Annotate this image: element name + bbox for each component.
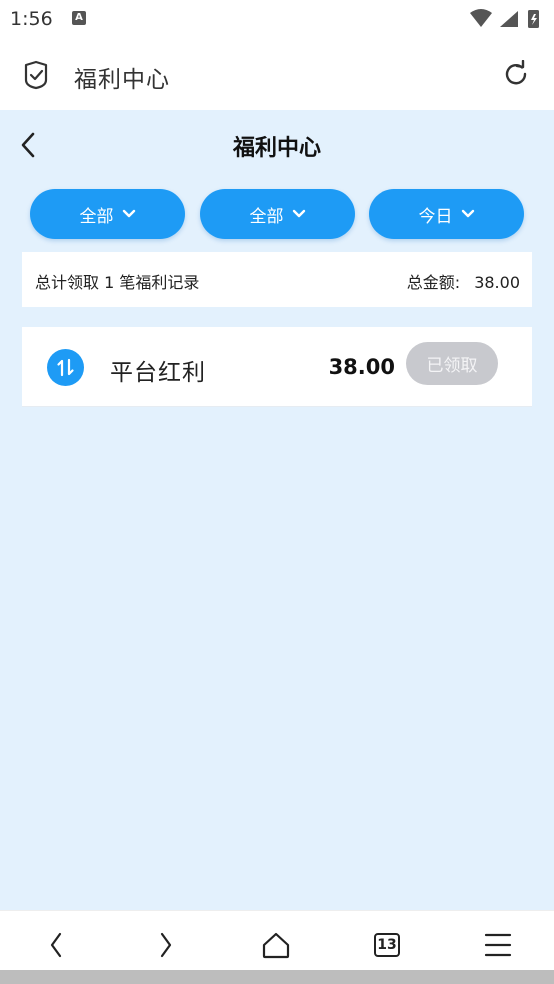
screen: 1:56 A 福利中心 福利中心 全部 全部 今日 总计领取 1 笔福利记录 总… [0, 0, 554, 984]
chevron-right-icon [160, 932, 172, 958]
total-amount-label: 总金额: [406, 273, 461, 292]
browser-toolbar: 福利中心 [0, 38, 554, 110]
records-count-text: 总计领取 1 笔福利记录 [35, 273, 200, 292]
record-name: 平台红利 [110, 360, 206, 386]
filter-label: 全部 [249, 206, 284, 226]
status-time: 1:56 [10, 8, 53, 30]
browser-page-title: 福利中心 [74, 67, 170, 93]
status-bar: 1:56 A [0, 0, 554, 38]
nav-tabs-button[interactable]: 13 [367, 925, 407, 965]
record-amount: 38.00 [328, 355, 395, 379]
filter-status-dropdown[interactable]: 全部 [200, 189, 355, 239]
notification-icon: A [72, 11, 86, 25]
system-gesture-bar [0, 970, 554, 984]
signal-icon [500, 11, 518, 27]
chevron-down-icon [122, 209, 135, 218]
nav-forward-button[interactable] [146, 925, 186, 965]
total-amount-value: 38.00 [474, 273, 520, 292]
filter-type-dropdown[interactable]: 全部 [30, 189, 185, 239]
filter-date-dropdown[interactable]: 今日 [369, 189, 524, 239]
notification-letter: A [75, 12, 83, 23]
chevron-left-icon [50, 932, 62, 958]
filter-label: 全部 [79, 206, 114, 226]
nav-back-button[interactable] [36, 925, 76, 965]
browser-bottom-nav: 13 [0, 910, 554, 970]
status-indicators [470, 9, 539, 28]
claimed-button[interactable]: 已领取 [406, 342, 498, 385]
home-icon [262, 932, 290, 959]
chevron-down-icon [461, 209, 474, 218]
tab-count-icon: 13 [374, 933, 400, 957]
nav-menu-button[interactable] [478, 925, 518, 965]
page-title: 福利中心 [232, 136, 321, 161]
refresh-icon[interactable] [502, 60, 530, 88]
total-amount: 总金额: 38.00 [407, 269, 520, 293]
chevron-down-icon [292, 209, 305, 218]
nav-home-button[interactable] [256, 925, 296, 965]
transfer-arrows-icon [47, 349, 84, 386]
wifi-icon [470, 9, 492, 27]
list-item: 平台红利 38.00 已领取 [22, 327, 532, 407]
summary-bar: 总计领取 1 笔福利记录 总金额: 38.00 [22, 252, 532, 307]
shield-check-icon[interactable] [22, 60, 50, 90]
filter-label: 今日 [418, 206, 453, 226]
hamburger-menu-icon [484, 933, 512, 957]
page-content: 福利中心 全部 全部 今日 总计领取 1 笔福利记录 总金额: 38.00 平台… [0, 110, 554, 910]
